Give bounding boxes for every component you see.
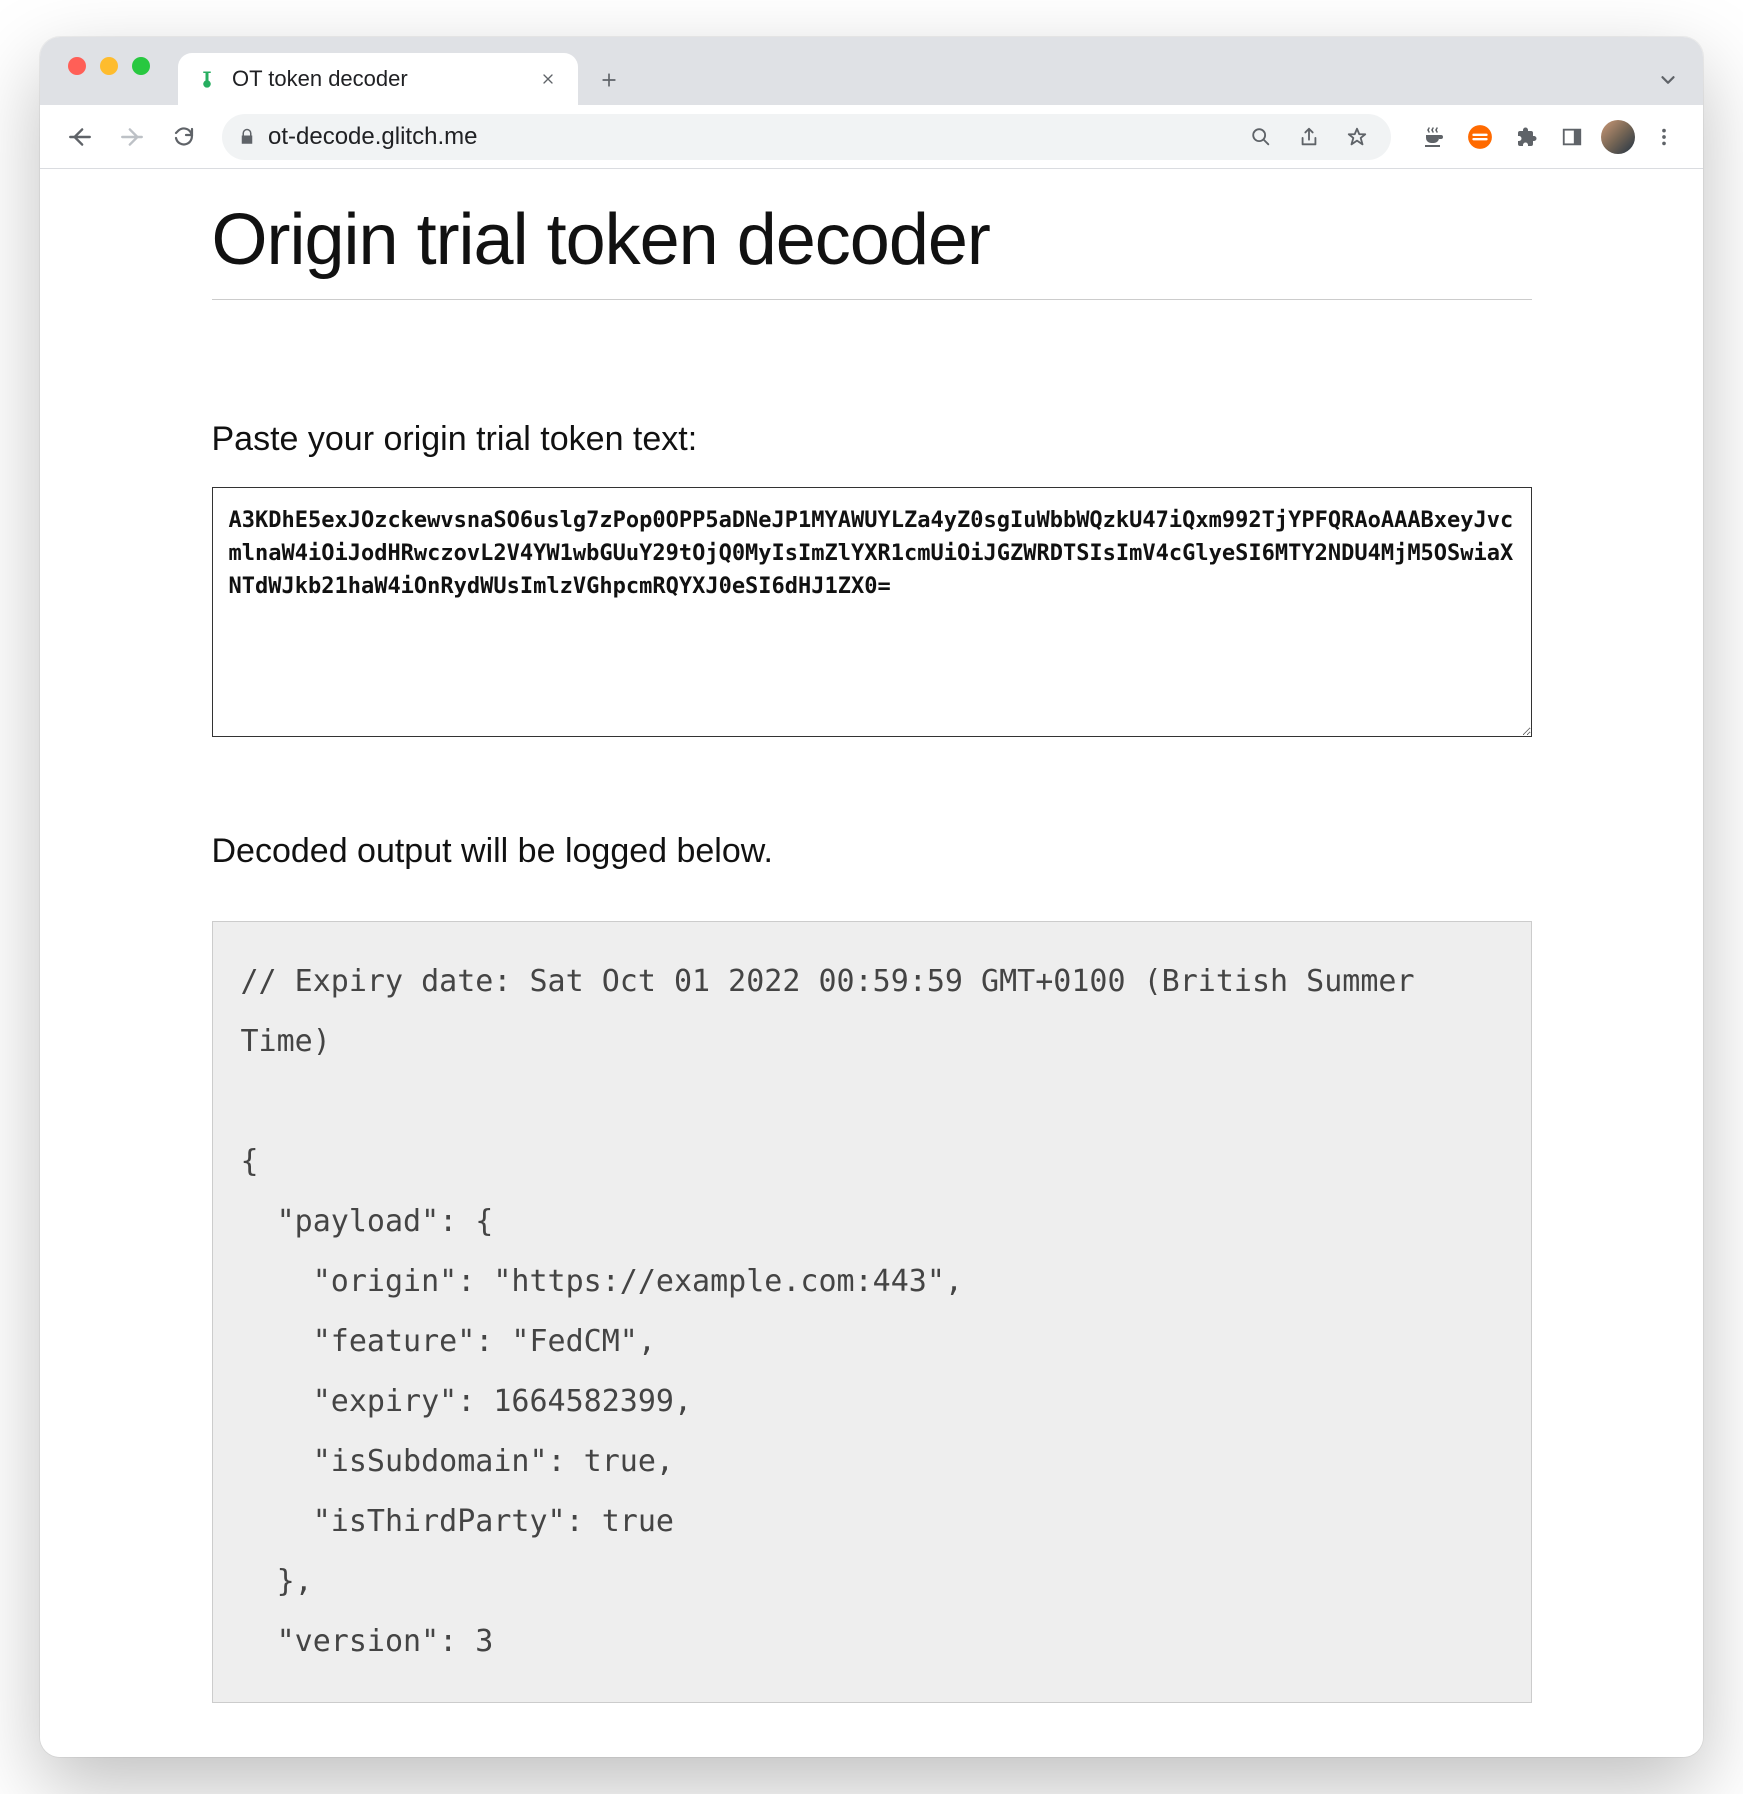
window-close-button[interactable] bbox=[68, 57, 86, 75]
extensions-puzzle-icon[interactable] bbox=[1505, 116, 1547, 158]
page-title: Origin trial token decoder bbox=[212, 199, 1532, 300]
side-panel-icon[interactable] bbox=[1551, 116, 1593, 158]
decoded-output: // Expiry date: Sat Oct 01 2022 00:59:59… bbox=[212, 921, 1532, 1703]
bookmark-star-icon[interactable] bbox=[1339, 126, 1375, 148]
extension-icons bbox=[1413, 116, 1685, 158]
browser-window: OT token decoder ot-decode.glitch.me bbox=[40, 37, 1703, 1757]
menu-dots-icon[interactable] bbox=[1643, 116, 1685, 158]
tab-close-button[interactable] bbox=[536, 67, 560, 91]
token-input-label: Paste your origin trial token text: bbox=[212, 420, 1532, 459]
share-icon[interactable] bbox=[1291, 126, 1327, 148]
browser-toolbar: ot-decode.glitch.me bbox=[40, 105, 1703, 169]
orange-extension-icon[interactable] bbox=[1459, 116, 1501, 158]
new-tab-button[interactable] bbox=[588, 59, 630, 101]
coffee-extension-icon[interactable] bbox=[1413, 116, 1455, 158]
page-viewport[interactable]: Origin trial token decoder Paste your or… bbox=[40, 169, 1703, 1757]
tab-title: OT token decoder bbox=[232, 66, 522, 92]
output-comment: // Expiry date: Sat Oct 01 2022 00:59:59… bbox=[241, 964, 1433, 1059]
url-text: ot-decode.glitch.me bbox=[268, 123, 1231, 151]
profile-avatar[interactable] bbox=[1597, 116, 1639, 158]
window-controls bbox=[68, 57, 150, 75]
reload-button[interactable] bbox=[162, 115, 206, 159]
window-minimize-button[interactable] bbox=[100, 57, 118, 75]
lock-icon bbox=[238, 128, 256, 146]
tabs-dropdown-button[interactable] bbox=[1647, 59, 1689, 101]
tab-favicon-test-tube-icon bbox=[196, 68, 218, 90]
browser-tab[interactable]: OT token decoder bbox=[178, 53, 578, 105]
token-textarea[interactable] bbox=[212, 487, 1532, 737]
back-button[interactable] bbox=[58, 115, 102, 159]
address-bar[interactable]: ot-decode.glitch.me bbox=[222, 114, 1391, 160]
search-icon[interactable] bbox=[1243, 126, 1279, 148]
output-json: { "payload": { "origin": "https://exampl… bbox=[241, 1144, 963, 1659]
forward-button[interactable] bbox=[110, 115, 154, 159]
page-content: Origin trial token decoder Paste your or… bbox=[182, 169, 1562, 1757]
window-fullscreen-button[interactable] bbox=[132, 57, 150, 75]
output-label: Decoded output will be logged below. bbox=[212, 832, 1532, 871]
tab-strip: OT token decoder bbox=[40, 37, 1703, 105]
